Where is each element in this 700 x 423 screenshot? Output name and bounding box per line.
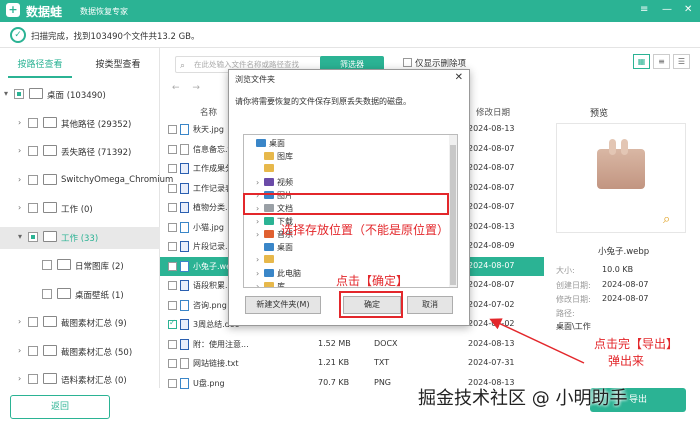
arrow-to-dialog bbox=[489, 318, 585, 364]
watermark: 掘金技术社区 @ 小明助手 bbox=[418, 388, 628, 409]
annotation-arrows bbox=[489, 318, 585, 364]
